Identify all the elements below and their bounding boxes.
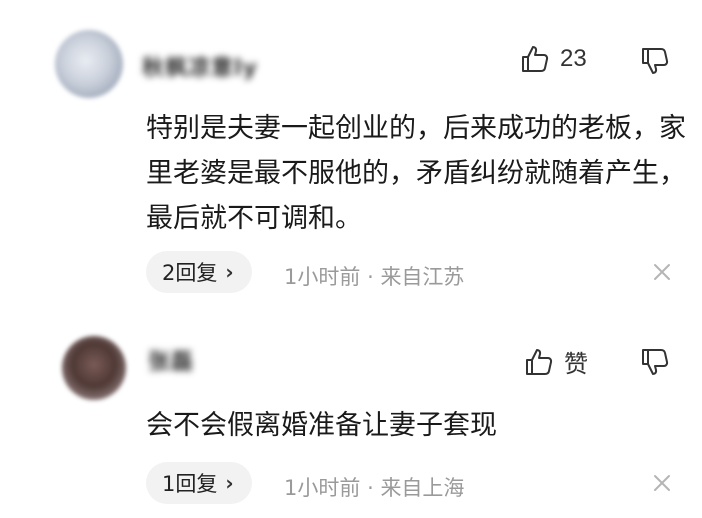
- reply-count-label: 2回复: [162, 261, 218, 285]
- avatar[interactable]: [55, 30, 123, 98]
- chevron-right-icon: ›: [225, 260, 234, 284]
- comment-meta: 1小时前 · 来自江苏: [284, 261, 464, 291]
- avatar[interactable]: [62, 336, 126, 400]
- like-count: 23: [560, 45, 587, 72]
- comment-meta: 1小时前 · 来自上海: [284, 472, 464, 502]
- username[interactable]: 秋枫凉意ly: [142, 50, 258, 82]
- thumbs-up-icon: [520, 44, 550, 74]
- timestamp: 1小时前: [284, 265, 361, 289]
- view-replies-button[interactable]: 2回复 ›: [146, 251, 252, 293]
- comment-text: 特别是夫妻一起创业的，后来成功的老板，家里老婆是最不服他的，矛盾纠纷就随着产生，…: [146, 113, 686, 234]
- close-icon[interactable]: [652, 473, 672, 497]
- close-icon[interactable]: [652, 262, 672, 286]
- like-button[interactable]: 23: [520, 44, 587, 74]
- like-label: 赞: [564, 351, 588, 378]
- meta-separator: ·: [367, 265, 374, 289]
- location: 来自上海: [380, 476, 465, 500]
- comment-text: 会不会假离婚准备让妻子套现: [146, 410, 497, 441]
- location: 来自江苏: [380, 265, 465, 289]
- chevron-right-icon: ›: [225, 471, 234, 495]
- timestamp: 1小时前: [284, 476, 361, 500]
- reply-count-label: 1回复: [162, 472, 218, 496]
- thumbs-up-icon: [524, 347, 554, 377]
- view-replies-button[interactable]: 1回复 ›: [146, 462, 252, 504]
- like-button[interactable]: 赞: [524, 344, 588, 379]
- username[interactable]: 张磊: [148, 344, 194, 376]
- thumbs-down-icon[interactable]: [640, 347, 670, 377]
- meta-separator: ·: [367, 476, 374, 500]
- thumbs-down-icon[interactable]: [640, 46, 670, 76]
